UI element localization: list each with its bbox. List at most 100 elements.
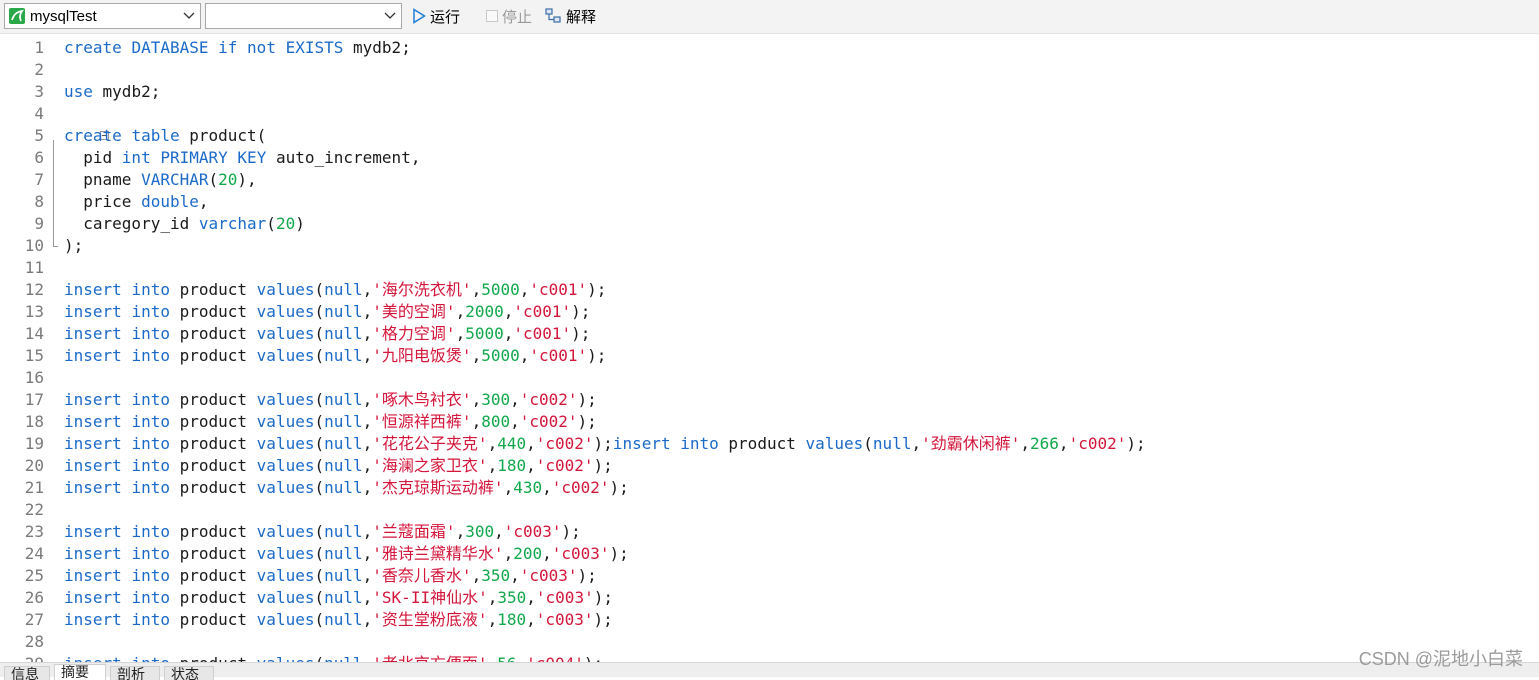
code-text: insert into product values(null,'美的空调',2…	[64, 301, 590, 323]
code-line[interactable]: 2	[0, 59, 1539, 81]
code-line[interactable]: 8 price double,	[0, 191, 1539, 213]
sql-keyword: insert	[64, 456, 122, 475]
sql-keyword: null	[324, 412, 363, 431]
code-line[interactable]: 28	[0, 631, 1539, 653]
string-literal: 'c001'	[513, 302, 572, 321]
string-literal: 'SK-II神仙水'	[372, 588, 488, 607]
sql-keyword: insert	[64, 280, 122, 299]
sql-keyword: insert	[64, 588, 122, 607]
code-line[interactable]: 13 insert into product values(null,'美的空调'…	[0, 301, 1539, 323]
sql-editor[interactable]: 1 create DATABASE if not EXISTS mydb2; 2 3 u…	[0, 34, 1539, 662]
code-line[interactable]: 11	[0, 257, 1539, 279]
connection-select-value: mysqlTest	[30, 8, 97, 25]
code-token: product	[169, 412, 257, 431]
code-text: price double,	[64, 191, 208, 213]
code-token: ,	[362, 478, 373, 497]
code-token: product	[718, 434, 806, 453]
code-token: product	[169, 390, 257, 409]
code-line[interactable]: 22	[0, 499, 1539, 521]
fold-guide	[49, 213, 63, 235]
code-line[interactable]: 18 insert into product values(null,'恒源祥西裤…	[0, 411, 1539, 433]
code-token: );	[577, 412, 597, 431]
line-number: 11	[24, 258, 44, 277]
code-token: );	[593, 434, 613, 453]
number-literal: 300	[481, 390, 511, 409]
code-line[interactable]: 19 insert into product values(null,'花花公子夹…	[0, 433, 1539, 455]
code-line[interactable]: 23 insert into product values(null,'兰蔻面霜'…	[0, 521, 1539, 543]
code-line[interactable]: 5 create table product(	[0, 125, 1539, 147]
code-text: insert into product values(null,'九阳电饭煲',…	[64, 345, 606, 367]
code-token: ,	[471, 280, 482, 299]
code-text: insert into product values(null,'杰克琼斯运动裤…	[64, 477, 629, 499]
database-select[interactable]	[205, 3, 402, 29]
code-line[interactable]: 24 insert into product values(null,'雅诗兰黛精…	[0, 543, 1539, 565]
connection-select[interactable]: mysqlTest	[4, 3, 201, 29]
string-literal: '格力空调'	[372, 324, 456, 343]
code-token: ,	[510, 566, 520, 585]
code-line[interactable]: 3 use mydb2;	[0, 81, 1539, 103]
string-literal: 'c002'	[519, 390, 578, 409]
fold-line	[53, 169, 54, 191]
code-line[interactable]: 4	[0, 103, 1539, 125]
code-token: caregory_id	[64, 214, 199, 233]
code-line[interactable]: 21 insert into product values(null,'杰克琼斯运…	[0, 477, 1539, 499]
run-button[interactable]: 运行	[412, 5, 460, 27]
code-token: ,	[510, 412, 520, 431]
sql-keyword: int	[121, 148, 151, 167]
string-literal: '香奈儿香水'	[372, 566, 472, 585]
code-line[interactable]: 26 insert into product values(null,'SK-II…	[0, 587, 1539, 609]
code-token: (	[314, 434, 325, 453]
sql-keyword: values	[256, 544, 315, 563]
string-literal: '劲霸休闲裤'	[921, 434, 1021, 453]
code-line[interactable]: 15 insert into product values(null,'九阳电饭煲…	[0, 345, 1539, 367]
code-text: caregory_id varchar(20)	[64, 213, 305, 235]
sql-keyword: into	[680, 434, 719, 453]
code-line[interactable]: 27 insert into product values(null,'资生堂粉底…	[0, 609, 1539, 631]
code-line[interactable]: 12 insert into product values(null,'海尔洗衣机…	[0, 279, 1539, 301]
code-token: );	[64, 236, 84, 255]
code-text: insert into product values(null,'资生堂粉底液'…	[64, 609, 613, 631]
code-line[interactable]: 20 insert into product values(null,'海澜之家卫…	[0, 455, 1539, 477]
code-line[interactable]: 16	[0, 367, 1539, 389]
code-line[interactable]: 25 insert into product values(null,'香奈儿香水…	[0, 565, 1539, 587]
code-line[interactable]: 17 insert into product values(null,'啄木鸟衬衣…	[0, 389, 1539, 411]
code-line[interactable]: 9 caregory_id varchar(20)	[0, 213, 1539, 235]
code-token: (	[314, 522, 325, 541]
code-token: )	[295, 214, 305, 233]
sql-keyword: null	[324, 522, 363, 541]
code-line[interactable]: 14 insert into product values(null,'格力空调'…	[0, 323, 1539, 345]
code-token: product	[170, 654, 257, 662]
number-literal: 200	[513, 544, 543, 563]
code-line[interactable]: 1 create DATABASE if not EXISTS mydb2;	[0, 37, 1539, 59]
string-literal: '雅诗兰黛精华水'	[372, 544, 504, 563]
explain-button[interactable]: 解释	[545, 5, 596, 27]
stop-button[interactable]: 停止	[486, 5, 532, 27]
code-line[interactable]: 6 pid int PRIMARY KEY auto_increment,	[0, 147, 1539, 169]
number-literal: 56	[497, 654, 516, 662]
code-token: ,	[362, 456, 373, 475]
string-literal: 'c002'	[519, 412, 578, 431]
code-text: create table product(	[64, 125, 266, 147]
sql-keyword: into	[131, 346, 170, 365]
code-token: ,	[471, 346, 482, 365]
result-tab[interactable]: 状态	[164, 666, 214, 680]
result-tab[interactable]: 摘要	[54, 664, 106, 680]
code-token: ,	[487, 588, 498, 607]
code-line[interactable]: 29insert into product values(null,'老北京方便…	[0, 653, 1539, 662]
code-token: ,	[362, 566, 373, 585]
result-tab[interactable]: 剖析	[110, 666, 160, 680]
code-token: pid	[64, 148, 122, 167]
code-token: ,	[471, 390, 482, 409]
code-text: insert into product values(null,'兰蔻面霜',3…	[64, 521, 581, 543]
code-line[interactable]: 10);	[0, 235, 1539, 257]
code-line[interactable]: 7 pname VARCHAR(20),	[0, 169, 1539, 191]
result-tab[interactable]: 信息	[4, 666, 50, 680]
fold-toggle-icon[interactable]	[49, 125, 109, 147]
code-token: );	[577, 566, 597, 585]
code-token: ,	[471, 412, 482, 431]
line-number: 23	[24, 522, 44, 541]
